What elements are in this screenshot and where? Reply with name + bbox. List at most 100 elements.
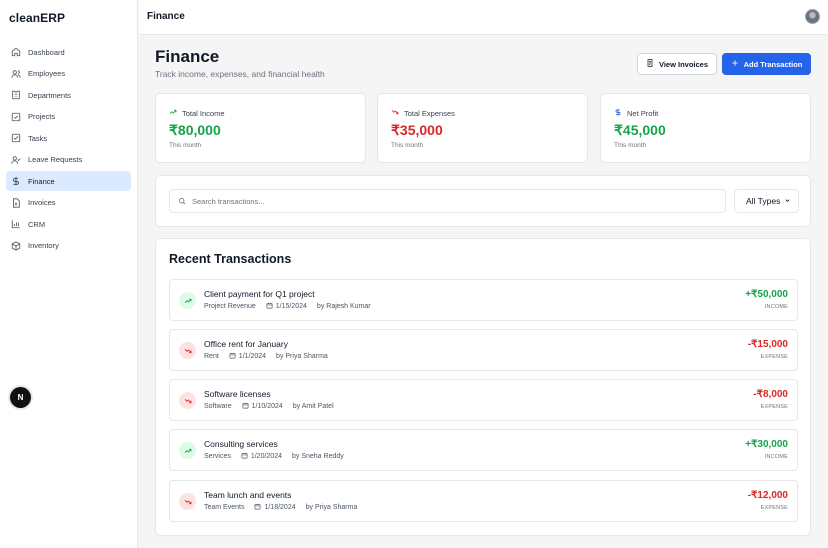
calendar-icon bbox=[266, 302, 273, 311]
sidebar-item-employees[interactable]: Employees bbox=[6, 64, 131, 84]
transaction-description: Office rent for January bbox=[204, 339, 288, 349]
transaction-amount: -₹12,000 bbox=[747, 490, 788, 501]
recent-transactions-card: Recent Transactions Client payment for Q… bbox=[155, 238, 811, 536]
calendar-icon bbox=[229, 352, 236, 361]
view-invoices-label: View Invoices bbox=[658, 59, 709, 69]
income-badge bbox=[179, 442, 196, 459]
sidebar-item-crm[interactable]: CRM bbox=[6, 214, 131, 234]
transaction-description: Team lunch and events bbox=[204, 490, 292, 500]
add-transaction-label: Add Transaction bbox=[743, 59, 803, 69]
stat-label: Net Profit bbox=[627, 108, 659, 118]
brand-logo[interactable]: cleanERP bbox=[9, 11, 65, 25]
stat-card-total-income: Total Income ₹80,000 This month bbox=[155, 93, 366, 163]
sidebar-item-label: Employees bbox=[28, 69, 66, 78]
sidebar-item-tasks[interactable]: Tasks bbox=[6, 128, 131, 148]
chart-icon bbox=[11, 219, 21, 229]
transaction-date: 1/10/2024 bbox=[251, 403, 283, 410]
stat-label: Total Expenses bbox=[404, 108, 455, 118]
calendar-icon bbox=[254, 503, 261, 512]
transaction-type: EXPENSE bbox=[760, 404, 788, 410]
header-title: Finance bbox=[147, 11, 185, 22]
sidebar-item-label: Inventory bbox=[28, 241, 59, 250]
top-bar: Finance bbox=[139, 0, 828, 35]
transaction-type: EXPENSE bbox=[760, 354, 788, 360]
transaction-row[interactable]: Consulting services Services 1/20/2024 b… bbox=[169, 429, 798, 471]
sidebar: cleanERP Dashboard Employees Departments… bbox=[0, 0, 138, 548]
trending-down-icon bbox=[184, 493, 192, 511]
transaction-amount: -₹15,000 bbox=[747, 339, 788, 350]
users-icon bbox=[11, 69, 21, 79]
add-transaction-button[interactable]: Add Transaction bbox=[722, 53, 811, 75]
section-title: Recent Transactions bbox=[169, 252, 292, 266]
box-icon bbox=[11, 240, 21, 251]
transaction-author: by Priya Sharma bbox=[276, 353, 328, 360]
stat-value: ₹45,000 bbox=[614, 122, 666, 138]
trending-up-icon bbox=[184, 292, 192, 310]
invoice-icon bbox=[646, 59, 654, 69]
trending-up-icon bbox=[169, 108, 177, 118]
dashboard-icon bbox=[11, 47, 21, 57]
sidebar-item-label: Finance bbox=[28, 176, 55, 186]
transaction-row[interactable]: Software licenses Software 1/10/2024 by … bbox=[169, 379, 798, 421]
sidebar-item-label: Projects bbox=[28, 112, 56, 121]
transaction-description: Consulting services bbox=[204, 439, 278, 449]
calendar-icon bbox=[242, 402, 249, 411]
stat-card-total-expenses: Total Expenses ₹35,000 This month bbox=[377, 93, 588, 163]
sidebar-item-invoices[interactable]: Invoices bbox=[6, 193, 131, 213]
sidebar-item-finance[interactable]: Finance bbox=[6, 171, 131, 191]
building-icon bbox=[11, 90, 21, 100]
transaction-author: by Amit Patel bbox=[292, 403, 334, 410]
trending-down-icon bbox=[184, 342, 192, 360]
dollar-icon bbox=[11, 176, 21, 186]
transaction-description: Client payment for Q1 project bbox=[204, 289, 315, 299]
sidebar-item-departments[interactable]: Departments bbox=[6, 85, 131, 105]
transaction-category: Project Revenue bbox=[204, 303, 256, 310]
stat-value: ₹35,000 bbox=[391, 122, 443, 138]
type-filter-select[interactable]: All Types bbox=[734, 189, 799, 213]
transaction-row[interactable]: Office rent for January Rent 1/1/2024 by… bbox=[169, 329, 798, 371]
stat-caption: This month bbox=[169, 142, 202, 149]
avatar[interactable] bbox=[805, 9, 820, 24]
sidebar-item-projects[interactable]: Projects bbox=[6, 107, 131, 127]
transaction-category: Rent bbox=[204, 353, 219, 360]
tasks-icon bbox=[11, 133, 21, 143]
page-subtitle: Track income, expenses, and financial he… bbox=[155, 69, 325, 79]
transaction-description: Software licenses bbox=[204, 389, 271, 399]
search-input[interactable] bbox=[192, 196, 692, 206]
transaction-date: 1/15/2024 bbox=[275, 303, 307, 310]
dollar-icon bbox=[614, 108, 622, 118]
sidebar-item-label: Dashboard bbox=[28, 47, 65, 57]
calendar-icon bbox=[241, 452, 248, 461]
transaction-category: Services bbox=[204, 453, 231, 460]
expense-badge bbox=[179, 392, 196, 409]
transaction-category: Software bbox=[204, 403, 232, 410]
trending-down-icon bbox=[184, 392, 192, 410]
sidebar-item-label: Leave Requests bbox=[28, 155, 83, 164]
trending-down-icon bbox=[391, 108, 399, 118]
stat-value: ₹80,000 bbox=[169, 122, 221, 138]
sidebar-nav: Dashboard Employees Departments Projects… bbox=[6, 42, 131, 257]
sidebar-item-inventory[interactable]: Inventory bbox=[6, 236, 131, 256]
transaction-author: by Sneha Reddy bbox=[292, 453, 344, 460]
sidebar-item-dashboard[interactable]: Dashboard bbox=[6, 42, 131, 62]
transaction-date: 1/1/2024 bbox=[238, 353, 267, 360]
invoice-icon bbox=[11, 197, 21, 208]
transaction-amount: +₹30,000 bbox=[745, 439, 788, 450]
view-invoices-button[interactable]: View Invoices bbox=[637, 53, 717, 75]
transaction-type: EXPENSE bbox=[760, 505, 788, 511]
transaction-amount: -₹8,000 bbox=[753, 389, 788, 400]
transaction-row[interactable]: Client payment for Q1 project Project Re… bbox=[169, 279, 798, 321]
next-dev-badge[interactable]: N bbox=[10, 387, 31, 408]
sidebar-item-label: Tasks bbox=[28, 133, 48, 143]
expense-badge bbox=[179, 493, 196, 510]
search-box[interactable] bbox=[169, 189, 726, 213]
projects-icon bbox=[11, 112, 21, 122]
transaction-amount: +₹50,000 bbox=[745, 289, 788, 300]
stat-label: Total Income bbox=[182, 108, 225, 118]
stat-caption: This month bbox=[391, 142, 424, 149]
transaction-row[interactable]: Team lunch and events Team Events 1/18/2… bbox=[169, 480, 798, 522]
stat-caption: This month bbox=[614, 142, 647, 149]
transaction-date: 1/18/2024 bbox=[264, 504, 296, 511]
sidebar-item-leave-requests[interactable]: Leave Requests bbox=[6, 150, 131, 170]
transaction-type: INCOME bbox=[764, 454, 788, 460]
